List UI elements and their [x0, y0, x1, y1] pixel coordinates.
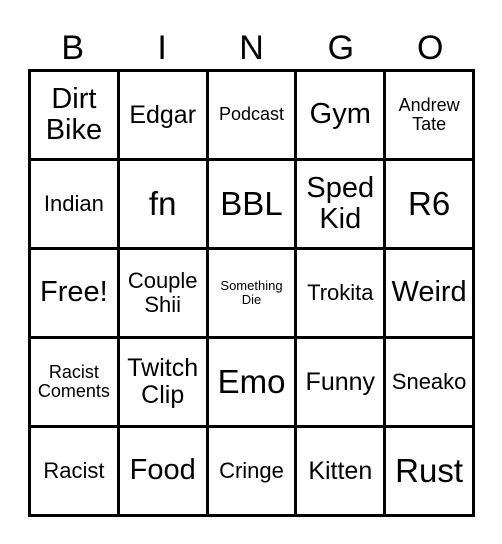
- bingo-cell[interactable]: Dirt Bike: [31, 72, 117, 158]
- bingo-cell[interactable]: Rust: [386, 428, 472, 514]
- bingo-cell[interactable]: fn: [119, 161, 206, 247]
- bingo-cell[interactable]: Couple Shii: [119, 250, 206, 336]
- bingo-cell[interactable]: BBL: [208, 161, 295, 247]
- bingo-cell[interactable]: Gym: [297, 72, 384, 158]
- bingo-cell[interactable]: Racist Coments: [31, 339, 117, 425]
- bingo-cell[interactable]: Edgar: [119, 72, 206, 158]
- bingo-cell[interactable]: Funny: [297, 339, 384, 425]
- bingo-cell[interactable]: Emo: [208, 339, 295, 425]
- bingo-header: B I N G O: [28, 26, 475, 70]
- bingo-cell[interactable]: Podcast: [208, 72, 295, 158]
- bingo-cell[interactable]: R6: [386, 161, 472, 247]
- bingo-cell[interactable]: Something Die: [208, 250, 295, 336]
- header-letter-g: G: [327, 29, 355, 67]
- bingo-cell-free[interactable]: Free!: [31, 250, 117, 336]
- bingo-cell[interactable]: Kitten: [297, 428, 384, 514]
- bingo-cell[interactable]: Weird: [386, 250, 472, 336]
- bingo-card-grid: Dirt Bike Edgar Podcast Gym Andrew Tate …: [28, 69, 475, 517]
- bingo-cell[interactable]: Sneako: [386, 339, 472, 425]
- header-letter-n: N: [239, 29, 264, 67]
- bingo-cell[interactable]: Andrew Tate: [386, 72, 472, 158]
- header-letter-i: I: [157, 29, 167, 67]
- bingo-cell[interactable]: Cringe: [208, 428, 295, 514]
- bingo-cell[interactable]: Sped Kid: [297, 161, 384, 247]
- header-letter-b: B: [61, 29, 85, 67]
- bingo-cell[interactable]: Trokita: [297, 250, 384, 336]
- header-letter-o: O: [417, 29, 444, 67]
- bingo-cell[interactable]: Twitch Clip: [119, 339, 206, 425]
- bingo-cell[interactable]: Food: [119, 428, 206, 514]
- bingo-cell[interactable]: Racist: [31, 428, 117, 514]
- bingo-cell[interactable]: Indian: [31, 161, 117, 247]
